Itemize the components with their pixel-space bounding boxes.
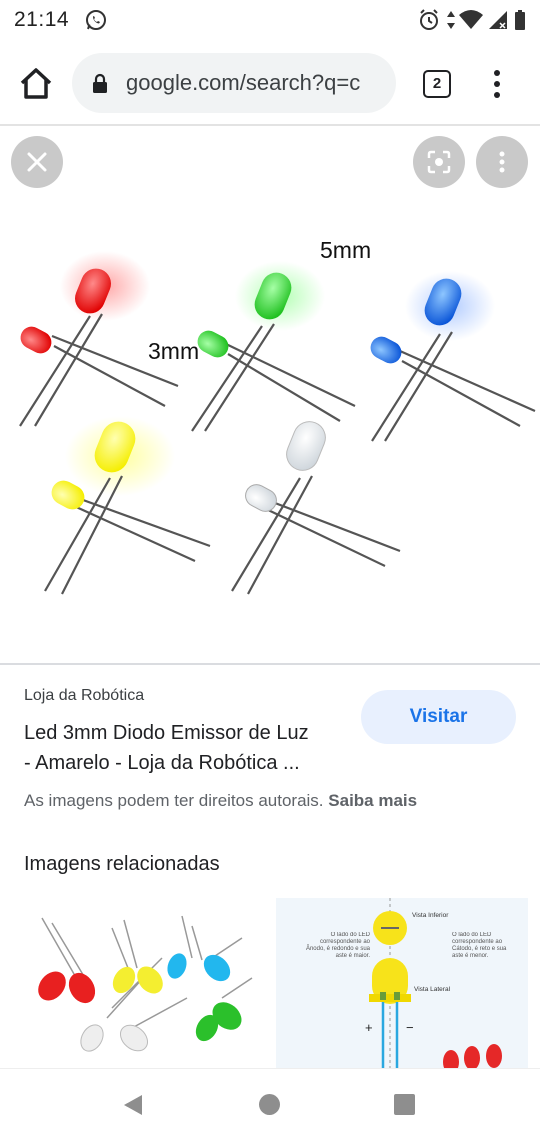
visit-button[interactable]: Visitar: [361, 690, 516, 744]
thumb2-top-label: Vista Inferior: [412, 912, 449, 919]
related-thumb-1-image: [38, 915, 253, 1052]
system-nav-bar: [0, 1068, 540, 1140]
result-title-line1: Led 3mm Diodo Emissor de Luz: [24, 722, 309, 744]
url-text: google.com/search?q=c: [126, 70, 361, 95]
whatsapp-icon: [86, 10, 106, 30]
result-title-line2: - Amarelo - Loja da Robótica ...: [24, 752, 300, 774]
related-thumb-1[interactable]: [12, 898, 264, 1070]
copyright-text: As imagens podem ter direitos autorais.: [24, 791, 324, 810]
wifi-icon: [459, 10, 483, 29]
green-led-pair: [191, 261, 356, 432]
url-bar[interactable]: google.com/search?q=c: [72, 53, 396, 113]
battery-icon: [515, 10, 525, 30]
data-arrows-icon: [447, 11, 455, 29]
status-time: 21:14: [14, 8, 70, 31]
white-led-pair: [231, 421, 401, 595]
source-site[interactable]: Loja da Robótica: [24, 687, 144, 705]
related-images-heading: Imagens relacionadas: [24, 853, 220, 875]
thumb2-plus: +: [365, 1020, 373, 1035]
back-icon[interactable]: [122, 1093, 146, 1117]
related-thumb-2[interactable]: Vista Inferior Vista Lateral O lado do L…: [276, 898, 528, 1070]
signal-icon: [489, 11, 507, 29]
home-icon[interactable]: [16, 64, 56, 104]
blue-led-pair: [370, 271, 536, 442]
more-vert-icon: [499, 151, 505, 173]
lens-search-button[interactable]: [413, 136, 465, 188]
svg-text:Vista Inferior: Vista Inferior: [412, 912, 449, 919]
thumb2-right-note: O lado do LED correspondente ao Cátodo, …: [452, 932, 507, 959]
learn-more-link[interactable]: Saiba mais: [328, 791, 417, 810]
more-options-button[interactable]: [476, 136, 528, 188]
related-thumb-2-image: Vista Inferior Vista Lateral O lado do L…: [305, 898, 507, 1070]
tabs-button[interactable]: 2: [423, 70, 451, 98]
close-button[interactable]: [11, 136, 63, 188]
led-product-image: 5mm 3mm: [19, 237, 536, 595]
label-5mm: 5mm: [320, 237, 371, 263]
tab-count: 2: [432, 75, 442, 92]
lens-search-icon: [427, 150, 451, 174]
svg-text:Vista Lateral: Vista Lateral: [414, 986, 451, 993]
yellow-led-pair: [44, 416, 211, 595]
divider: [0, 663, 540, 665]
overflow-menu-icon[interactable]: [487, 68, 507, 100]
copyright-notice: As imagens podem ter direitos autorais. …: [24, 791, 417, 811]
browser-toolbar: google.com/search?q=c 2: [0, 40, 540, 126]
image-viewer: 5mm 3mm: [0, 126, 540, 664]
recents-icon[interactable]: [394, 1094, 415, 1115]
status-icons: [418, 8, 528, 32]
label-3mm: 3mm: [148, 338, 199, 364]
alarm-icon: [420, 9, 438, 30]
status-bar: 21:14: [0, 0, 540, 40]
home-circle-icon[interactable]: [259, 1094, 280, 1115]
result-title[interactable]: Led 3mm Diodo Emissor de Luz - Amarelo -…: [24, 718, 354, 778]
close-icon: [27, 152, 47, 172]
thumb2-side-label: Vista Lateral: [414, 986, 451, 993]
thumb2-minus: −: [406, 1020, 414, 1035]
thumb2-left-note: O lado do LED correspondente ao Ânodo, é…: [305, 932, 370, 959]
lock-icon: [93, 73, 107, 93]
